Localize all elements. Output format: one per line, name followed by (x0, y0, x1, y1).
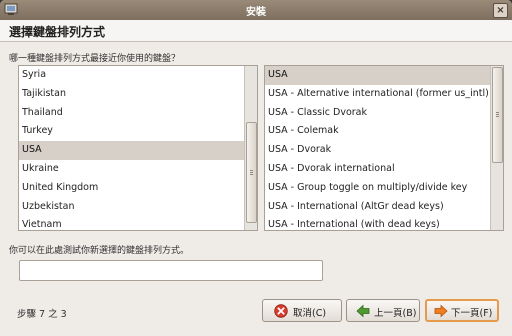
test-field-label: 你可以在此處測試你新選擇的鍵盤排列方式。 (9, 246, 190, 256)
layout-list-row-label: Tajikistan (22, 87, 66, 99)
layout-list-row-label: Thailand (22, 106, 63, 118)
layout-list-row-label: Syria (22, 69, 47, 80)
forward-button[interactable]: 下一頁(F) (425, 299, 499, 322)
page-header: 選擇鍵盤排列方式 (0, 20, 512, 42)
layout-list-row[interactable]: Syria (19, 66, 244, 85)
layout-list-row-label: Vietnam (22, 219, 62, 231)
variant-list[interactable]: USA USA - Alternative international (form… (264, 65, 504, 231)
layout-list-scrollbar[interactable] (244, 66, 257, 230)
title-bar: 安裝 × (0, 0, 512, 21)
variant-list-row[interactable]: USA - Colemak (265, 122, 490, 141)
layout-list-row[interactable]: Vietnam (19, 216, 244, 231)
layout-list-row[interactable]: Ukraine (19, 160, 244, 179)
back-arrow-icon (356, 304, 370, 318)
layout-list-row-label: Ukraine (22, 162, 59, 174)
variant-list-row[interactable]: USA - Group toggle on multiply/divide ke… (265, 179, 490, 198)
cancel-label: 取消(C) (293, 308, 327, 319)
layout-list-row[interactable]: USA (19, 141, 244, 160)
layout-list-row[interactable]: Turkey (19, 122, 244, 141)
variant-list-row-label: USA - Classic Dvorak (268, 106, 367, 118)
cancel-button[interactable]: 取消(C) (262, 299, 342, 322)
variant-list-row-label: USA (268, 69, 288, 80)
step-indicator: 步驟 7 之 3 (17, 309, 67, 320)
forward-arrow-icon (434, 304, 448, 318)
variant-list-row-label: USA - Alternative international (former … (268, 87, 489, 99)
variant-list-row-label: USA - International (with dead keys) (268, 219, 440, 231)
layout-list-row[interactable]: Tajikistan (19, 85, 244, 104)
variant-list-row-label: USA - Dvorak international (268, 162, 395, 174)
layout-list-row[interactable]: Thailand (19, 104, 244, 123)
layout-list-row-label: USA (22, 144, 42, 156)
variant-list-row[interactable]: USA - International (AltGr dead keys) (265, 198, 490, 217)
layout-list-row-label: Turkey (22, 125, 53, 137)
variant-list-row[interactable]: USA - Dvorak international (265, 160, 490, 179)
installer-window: 安裝 × 選擇鍵盤排列方式 哪一種鍵盤排列方式最接近你使用的鍵盤？ Syria T… (0, 0, 512, 336)
layout-list-row[interactable]: Uzbekistan (19, 198, 244, 217)
variant-list-row-label: USA - Group toggle on multiply/divide ke… (268, 181, 468, 193)
layout-list[interactable]: Syria Tajikistan Thailand Turkey USA Ukraine U… (18, 65, 258, 231)
variant-list-row-label: USA - Dvorak (268, 144, 332, 156)
keyboard-test-input[interactable] (19, 260, 323, 281)
variant-list-row[interactable]: USA - Dvorak (265, 141, 490, 160)
variant-list-row[interactable]: USA (265, 66, 490, 85)
cancel-icon (274, 304, 288, 318)
variant-list-scrollbar[interactable] (490, 66, 503, 230)
question-label: 哪一種鍵盤排列方式最接近你使用的鍵盤？ (9, 54, 181, 64)
back-button[interactable]: 上一頁(B) (346, 299, 420, 322)
variant-list-row-label: USA - International (AltGr dead keys) (268, 200, 444, 212)
layout-list-row-label: Uzbekistan (22, 200, 75, 212)
page-title: 選擇鍵盤排列方式 (9, 25, 106, 39)
close-icon[interactable]: × (493, 3, 508, 18)
layout-list-scroll-thumb[interactable] (246, 122, 257, 223)
variant-list-row-label: USA - Colemak (268, 125, 339, 137)
variant-list-scroll-thumb[interactable] (492, 67, 503, 163)
layout-list-row-label: United Kingdom (22, 181, 99, 193)
forward-label: 下一頁(F) (451, 308, 493, 319)
variant-list-row[interactable]: USA - Alternative international (former … (265, 85, 490, 104)
variant-list-row[interactable]: USA - International (with dead keys) (265, 216, 490, 231)
back-label: 上一頁(B) (374, 308, 417, 319)
window-title: 安裝 (246, 7, 266, 18)
layout-list-row[interactable]: United Kingdom (19, 179, 244, 198)
variant-list-row[interactable]: USA - Classic Dvorak (265, 104, 490, 123)
